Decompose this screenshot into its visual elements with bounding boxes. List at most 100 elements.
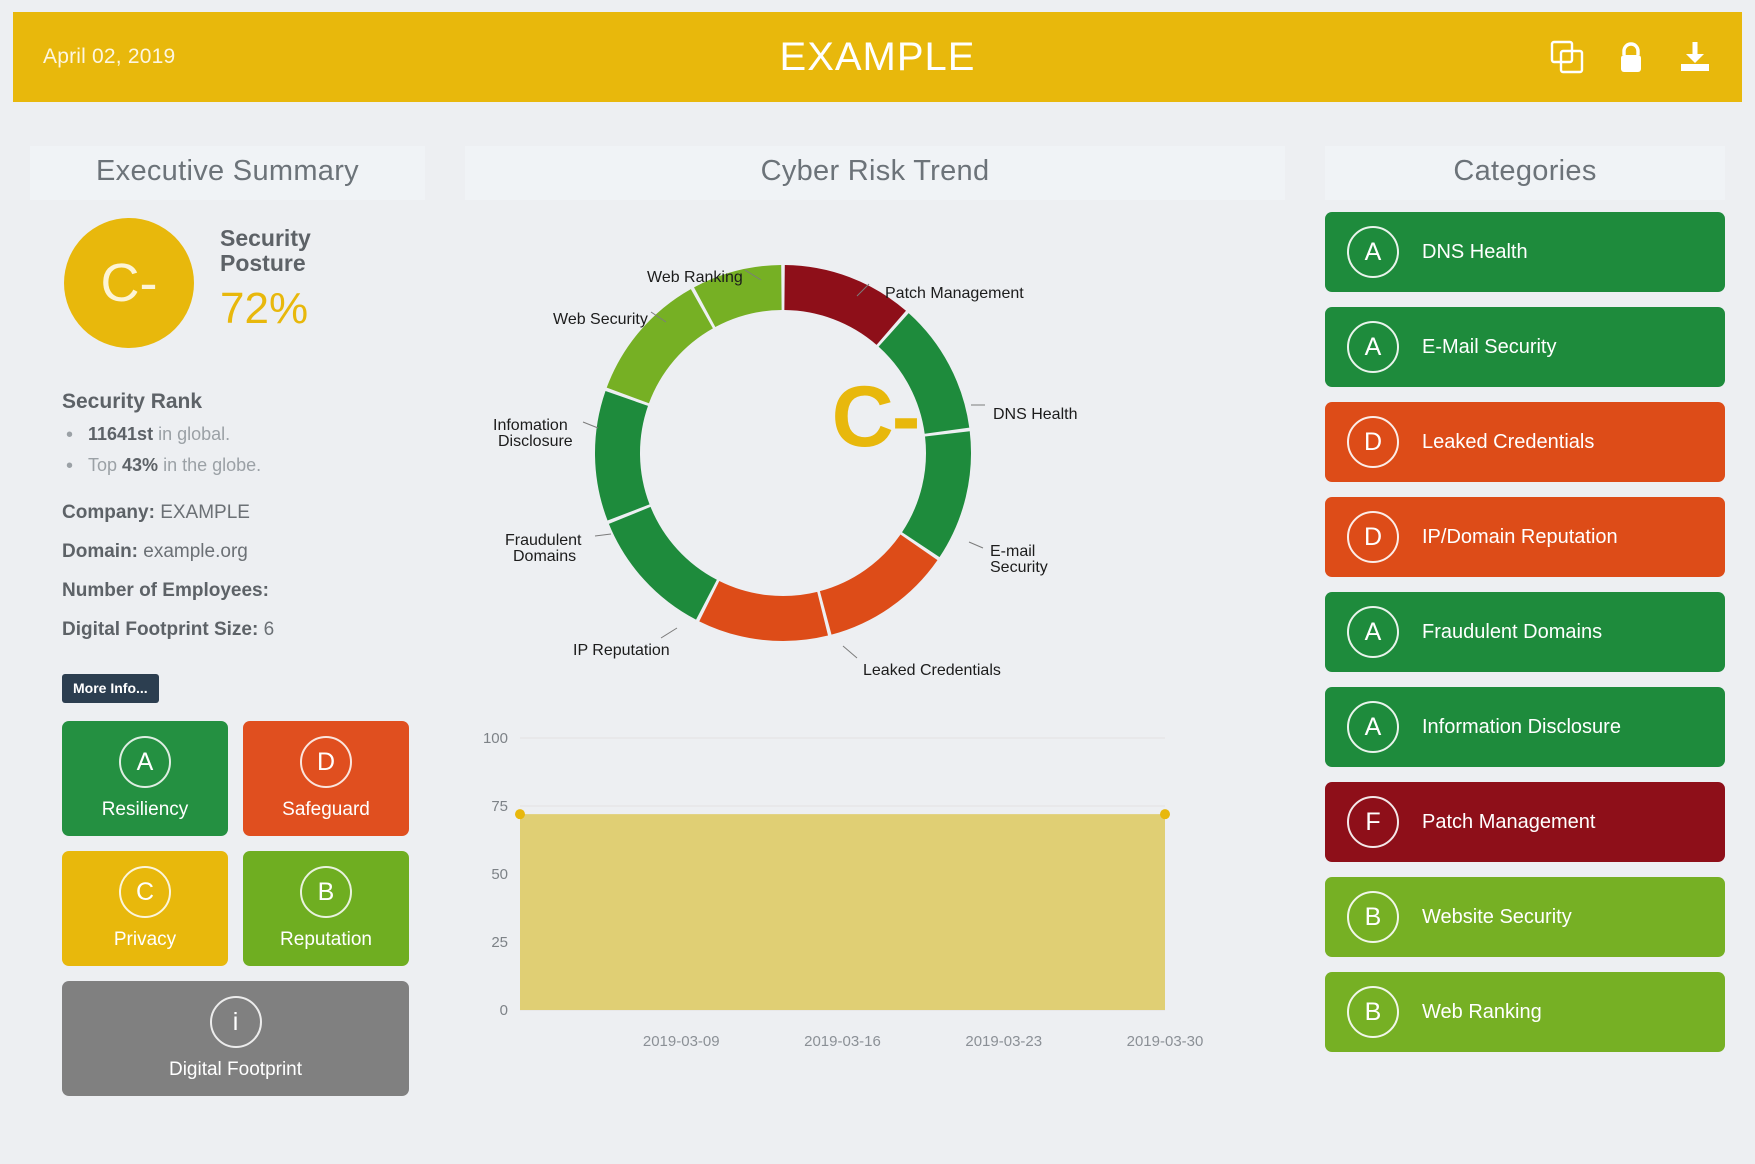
risk-donut-chart: C- Patch Management DNS Health E-mail Secur… [465, 200, 1285, 710]
page-title: EXAMPLE [779, 34, 976, 79]
category-item-dns-health[interactable]: A DNS Health [1325, 212, 1725, 292]
category-grade: B [1347, 891, 1399, 943]
footprint-label: Digital Footprint Size: [62, 619, 259, 640]
area-chart-svg: 0 25 50 75 100 2019-03-09 2019-03-16 2019-03-23… [483, 730, 1203, 1050]
copy-icon[interactable] [1550, 40, 1584, 74]
executive-summary-title: Executive Summary [30, 146, 425, 200]
category-label: Web Ranking [1422, 1000, 1542, 1023]
category-label: Website Security [1422, 905, 1572, 928]
category-label: Fraudulent Domains [1422, 620, 1603, 643]
donut-slice[interactable] [784, 265, 906, 345]
donut-label: Disclosure [498, 433, 573, 450]
category-grade: D [1347, 511, 1399, 563]
donut-leader-line [842, 645, 858, 659]
category-grade: B [1347, 986, 1399, 1038]
tile-reputation[interactable]: B Reputation [243, 851, 409, 966]
tile-digital-footprint[interactable]: i Digital Footprint [62, 981, 409, 1096]
donut-slice[interactable] [608, 506, 717, 620]
donut-center-grade: C- [831, 369, 921, 465]
overall-grade-badge: C- [64, 218, 194, 348]
rank-global-suffix: in global. [153, 424, 231, 444]
employees-row: Number of Employees: [62, 580, 409, 602]
tile-label: Digital Footprint [168, 1059, 303, 1080]
more-info-button[interactable]: More Info... [62, 674, 159, 703]
security-posture-row: C- Security Posture 72% [46, 218, 409, 348]
y-axis-tick-label: 25 [491, 934, 508, 951]
tile-resiliency[interactable]: A Resiliency [62, 721, 228, 836]
tile-label: Privacy [113, 929, 177, 950]
donut-label: Domains [513, 548, 577, 565]
categories-list: A DNS Health A E-Mail Security D Leaked Crede… [1325, 212, 1725, 1052]
domain-label: Domain: [62, 541, 138, 562]
info-icon: i [209, 996, 262, 1048]
data-point-marker[interactable] [1160, 809, 1170, 820]
rank-global-value: 11641st [88, 424, 154, 444]
category-item-patch-management[interactable]: F Patch Management [1325, 782, 1725, 862]
tile-privacy[interactable]: C Privacy [62, 851, 228, 966]
category-item-information-disclosure[interactable]: A Information Disclosure [1325, 687, 1725, 767]
risk-trend-area-chart: 0 25 50 75 100 2019-03-09 2019-03-16 2019-03-23… [465, 720, 1285, 1050]
category-item-website-security[interactable]: B Website Security [1325, 877, 1725, 957]
category-label: DNS Health [1422, 240, 1528, 263]
category-item-leaked-credentials[interactable]: D Leaked Credentials [1325, 402, 1725, 482]
tile-grade: A [119, 736, 171, 788]
category-item-ip-domain-reputation[interactable]: D IP/Domain Reputation [1325, 497, 1725, 577]
cyber-risk-trend-title: Cyber Risk Trend [465, 146, 1285, 200]
employees-label: Number of Employees: [62, 580, 269, 601]
donut-label: Patch Management [885, 285, 1024, 302]
category-label: IP/Domain Reputation [1422, 525, 1618, 548]
tile-label: Safeguard [282, 799, 370, 820]
posture-label-line1: Security [220, 225, 311, 251]
tile-label: Resiliency [101, 799, 189, 820]
donut-label: Web Security [553, 311, 648, 328]
security-rank-list: 11641st in global. Top 43% in the globe. [66, 424, 409, 478]
y-axis-tick-label: 0 [500, 1002, 508, 1019]
grade-tiles: A Resiliency D Safeguard C Privacy B Rep… [62, 721, 410, 1096]
donut-slice[interactable] [699, 581, 829, 641]
area-fill [520, 814, 1165, 1010]
data-point-marker[interactable] [515, 809, 525, 820]
list-item: Top 43% in the globe. [66, 455, 409, 478]
categories-panel: Categories A DNS Health A E-Mail Security D L… [1325, 146, 1725, 1067]
categories-title: Categories [1325, 146, 1725, 200]
company-row: Company: EXAMPLE [62, 502, 409, 524]
lock-icon[interactable] [1614, 40, 1648, 74]
donut-label: IP Reputation [573, 642, 670, 659]
company-value: EXAMPLE [160, 502, 250, 523]
donut-slice[interactable] [819, 534, 938, 635]
list-item: 11641st in global. [66, 424, 409, 447]
donut-leader-line [968, 541, 984, 549]
cyber-risk-trend-panel: Cyber Risk Trend C- Patch Management DNS … [465, 146, 1285, 1060]
donut-leader-line [660, 627, 678, 639]
header-actions [1550, 40, 1712, 74]
rank-top-value: 43% [122, 455, 159, 475]
x-axis-tick-label: 2019-03-23 [965, 1033, 1042, 1050]
footprint-row: Digital Footprint Size: 6 [62, 619, 409, 641]
company-meta: Company: EXAMPLE Domain: example.org Num… [62, 502, 409, 641]
tile-grade: C [119, 866, 171, 918]
x-axis-tick-label: 2019-03-16 [804, 1033, 881, 1050]
rank-top-suffix: in the globe. [158, 455, 262, 475]
dashboard-page: April 02, 2019 EXAMPLE Executive Summary… [0, 0, 1755, 1164]
category-grade: A [1347, 226, 1399, 278]
category-grade: A [1347, 606, 1399, 658]
category-grade: A [1347, 701, 1399, 753]
posture-label-line2: Posture [220, 249, 306, 276]
download-icon[interactable] [1678, 40, 1712, 74]
category-label: Patch Management [1422, 810, 1596, 833]
app-header: April 02, 2019 EXAMPLE [13, 12, 1742, 102]
category-grade: F [1347, 796, 1399, 848]
tile-safeguard[interactable]: D Safeguard [243, 721, 409, 836]
donut-leader-line [594, 533, 612, 537]
y-axis-tick-label: 50 [491, 866, 508, 883]
executive-summary-panel: Executive Summary C- Security Posture 72… [30, 146, 425, 1096]
category-item-e-mail-security[interactable]: A E-Mail Security [1325, 307, 1725, 387]
donut-label: DNS Health [993, 406, 1078, 423]
category-label: Leaked Credentials [1422, 430, 1595, 453]
y-axis-tick-label: 100 [483, 730, 508, 747]
category-item-fraudulent-domains[interactable]: A Fraudulent Domains [1325, 592, 1725, 672]
domain-value: example.org [143, 541, 248, 562]
footprint-value: 6 [263, 619, 275, 640]
category-item-web-ranking[interactable]: B Web Ranking [1325, 972, 1725, 1052]
donut-label: Web Ranking [647, 269, 743, 286]
